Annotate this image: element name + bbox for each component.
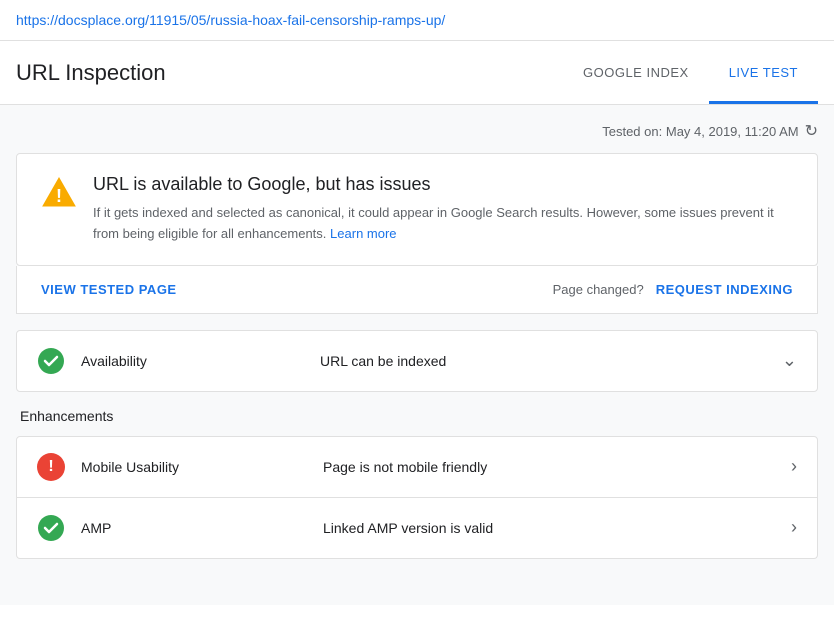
tabs: GOOGLE INDEX LIVE TEST — [563, 41, 818, 104]
actions-right: Page changed? REQUEST INDEXING — [553, 282, 793, 297]
arrow-right-icon-amp: › — [791, 517, 797, 538]
tab-live-test[interactable]: LIVE TEST — [709, 41, 818, 104]
page-changed-label: Page changed? — [553, 282, 644, 297]
arrow-right-icon: › — [791, 456, 797, 477]
tested-on-bar: Tested on: May 4, 2019, 11:20 AM ↻ — [16, 121, 818, 141]
status-title: URL is available to Google, but has issu… — [93, 174, 793, 195]
mobile-usability-row[interactable]: ! Mobile Usability Page is not mobile fr… — [16, 436, 818, 498]
content-area: Tested on: May 4, 2019, 11:20 AM ↻ ! URL… — [0, 105, 834, 605]
status-header: ! URL is available to Google, but has is… — [41, 174, 793, 245]
mobile-usability-label: Mobile Usability — [81, 459, 307, 475]
tested-on-label: Tested on: May 4, 2019, 11:20 AM — [602, 124, 798, 139]
learn-more-link[interactable]: Learn more — [330, 226, 396, 241]
page-title: URL Inspection — [16, 60, 166, 86]
amp-row[interactable]: AMP Linked AMP version is valid › — [16, 498, 818, 559]
amp-value: Linked AMP version is valid — [323, 520, 775, 536]
url-bar: https://docsplace.org/11915/05/russia-ho… — [0, 0, 834, 41]
status-content: URL is available to Google, but has issu… — [93, 174, 793, 245]
check-icon — [37, 347, 65, 375]
amp-label: AMP — [81, 520, 307, 536]
request-indexing-button[interactable]: REQUEST INDEXING — [656, 282, 793, 297]
view-tested-page-button[interactable]: VIEW TESTED PAGE — [41, 282, 177, 297]
chevron-down-icon: ⌄ — [782, 350, 797, 371]
enhancements-title: Enhancements — [16, 408, 818, 424]
mobile-usability-value: Page is not mobile friendly — [323, 459, 775, 475]
status-description: If it gets indexed and selected as canon… — [93, 203, 793, 245]
actions-bar: VIEW TESTED PAGE Page changed? REQUEST I… — [16, 266, 818, 314]
status-card: ! URL is available to Google, but has is… — [16, 153, 818, 266]
url-text: https://docsplace.org/11915/05/russia-ho… — [16, 12, 445, 28]
availability-label: Availability — [81, 353, 304, 369]
header: URL Inspection GOOGLE INDEX LIVE TEST — [0, 41, 834, 105]
availability-value: URL can be indexed — [320, 353, 766, 369]
svg-text:!: ! — [56, 186, 62, 206]
tab-google-index[interactable]: GOOGLE INDEX — [563, 41, 709, 104]
refresh-icon[interactable]: ↻ — [805, 121, 818, 141]
check-icon-amp — [37, 514, 65, 542]
availability-row[interactable]: Availability URL can be indexed ⌄ — [16, 330, 818, 392]
warning-icon: ! — [41, 174, 77, 210]
error-icon: ! — [37, 453, 65, 481]
